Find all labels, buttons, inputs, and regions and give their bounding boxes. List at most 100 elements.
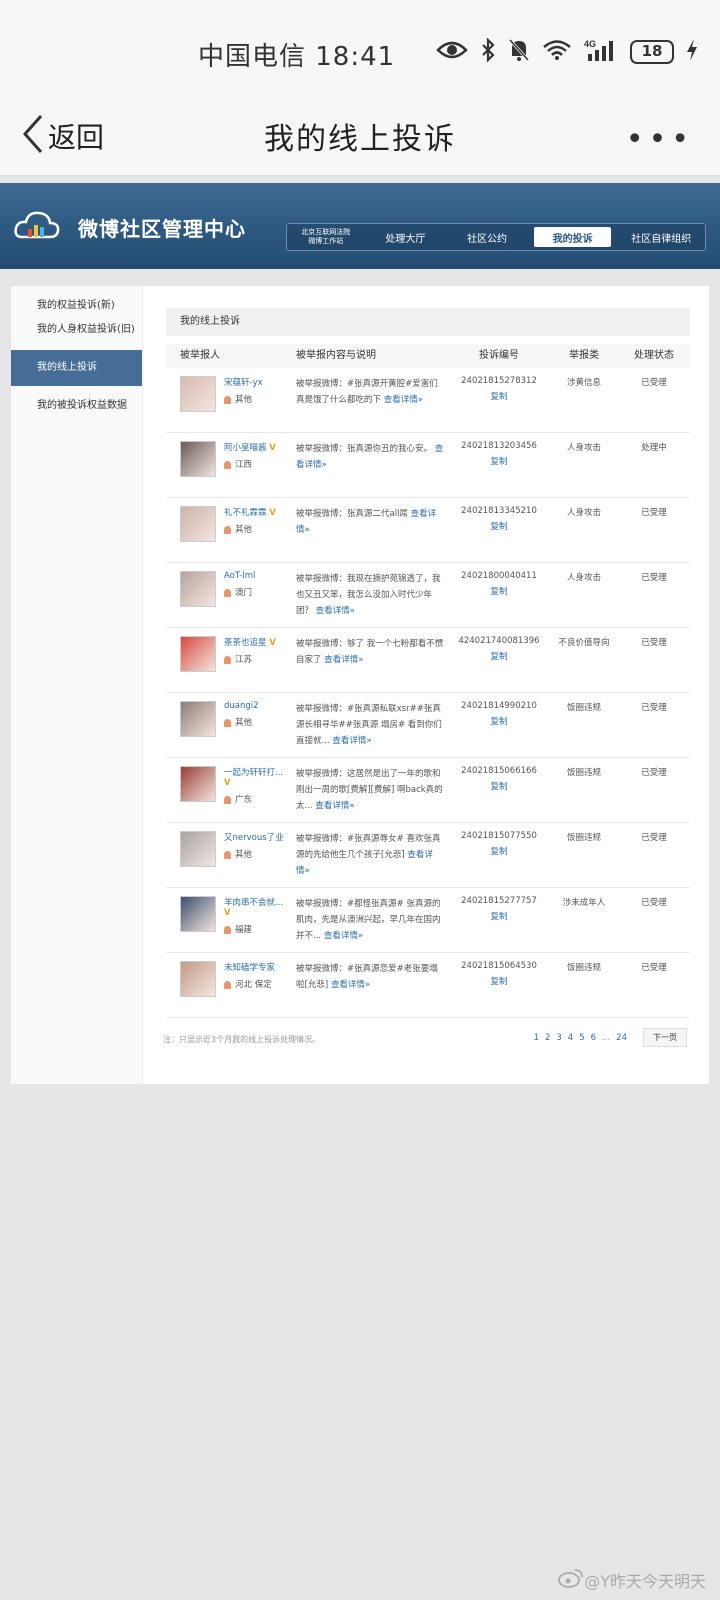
page-link[interactable]: 5 bbox=[579, 1033, 584, 1043]
user-pin-icon bbox=[224, 795, 231, 804]
complaint-id-cell: 24021814990210 复制 bbox=[448, 701, 550, 757]
site-logo[interactable]: 微博社区管理中心 bbox=[14, 209, 246, 245]
user-location: 澳门 bbox=[224, 586, 255, 598]
user-name[interactable]: 礼不礼霖霖 bbox=[224, 508, 267, 518]
copy-button[interactable]: 复制 bbox=[448, 975, 550, 987]
view-details-link[interactable]: 查看详情» bbox=[324, 655, 363, 665]
report-type: 人身攻击 bbox=[566, 508, 601, 518]
reported-user-cell: duangi2 其他 bbox=[166, 701, 284, 757]
footer-note: 注：只显示近3个月我的线上投诉处理情况。 bbox=[163, 1035, 321, 1044]
page-link[interactable]: 2 bbox=[545, 1033, 550, 1043]
complaint-id-cell: 24021815077550 复制 bbox=[448, 831, 550, 887]
content-text: 被举报微博：#都怪张真源# 张真源的肌肉，先是从澳洲兴起，早几年在国内并不... bbox=[296, 899, 441, 941]
user-name[interactable]: 羊肉串不会就... bbox=[224, 898, 283, 908]
view-details-link[interactable]: 查看详情» bbox=[384, 395, 423, 405]
weibo-watermark: @Y昨天今天明天 bbox=[558, 1568, 706, 1592]
avatar[interactable] bbox=[180, 961, 216, 997]
avatar[interactable] bbox=[180, 701, 216, 737]
report-type: 人身攻击 bbox=[566, 443, 601, 453]
complaint-id-cell: 24021815278312 复制 bbox=[448, 376, 550, 432]
view-details-link[interactable]: 查看详情» bbox=[332, 736, 371, 746]
user-name[interactable]: AoT-lml bbox=[224, 571, 255, 581]
org-line1: 北京互联网法院 bbox=[301, 228, 351, 236]
complaint-id-cell: 24021813345210 复制 bbox=[448, 506, 550, 562]
user-name[interactable]: duangi2 bbox=[224, 701, 259, 711]
carrier-time: 中国电信 18:41 bbox=[198, 42, 396, 72]
copy-button[interactable]: 复制 bbox=[448, 780, 550, 792]
copy-button[interactable]: 复制 bbox=[448, 520, 550, 532]
reported-user-cell: 礼不礼霖霖 V 其他 bbox=[166, 506, 284, 562]
avatar[interactable] bbox=[180, 896, 216, 932]
top-nav-tabs: 北京互联网法院 微博工作站 处理大厅 社区公约 我的投诉 社区自律组织 bbox=[286, 223, 706, 251]
table-row: duangi2 其他 被举报微博：#张真源私联xsr##张真源长相寻华##张真源… bbox=[166, 693, 690, 758]
user-name[interactable]: 又nervous了业 bbox=[224, 833, 284, 843]
page-link[interactable]: 6 bbox=[591, 1033, 596, 1043]
sidebar-item-personal-old[interactable]: 我的人身权益投诉(旧) bbox=[11, 318, 142, 342]
complaint-id-cell: 24021815066166 复制 bbox=[448, 766, 550, 822]
avatar[interactable] bbox=[180, 506, 216, 542]
copy-button[interactable]: 复制 bbox=[448, 845, 550, 857]
view-details-link[interactable]: 查看详情» bbox=[324, 931, 363, 941]
tab-court-station[interactable]: 北京互联网法院 微博工作站 bbox=[287, 224, 365, 250]
watermark-text: @Y昨天今天明天 bbox=[584, 1572, 706, 1591]
copy-button[interactable]: 复制 bbox=[448, 910, 550, 922]
view-details-link[interactable]: 查看详情» bbox=[315, 801, 354, 811]
tab-my-complaints[interactable]: 我的投诉 bbox=[533, 227, 612, 247]
user-location: 福建 bbox=[224, 923, 284, 935]
user-name[interactable]: 茶茶也追星 bbox=[224, 638, 267, 648]
location-text: 广东 bbox=[235, 795, 253, 805]
location-text: 江苏 bbox=[235, 655, 253, 665]
copy-button[interactable]: 复制 bbox=[448, 455, 550, 467]
battery-icon: 18 bbox=[630, 40, 674, 64]
next-page-button[interactable]: 下一页 bbox=[643, 1028, 687, 1047]
tab-community-rules[interactable]: 社区公约 bbox=[446, 224, 528, 250]
location-text: 澳门 bbox=[235, 588, 253, 598]
more-menu-icon[interactable]: ••• bbox=[626, 122, 694, 157]
status-badge: 已受理 bbox=[641, 638, 667, 648]
table-row: 茶茶也追星 V 江苏 被举报微博：够了 我一个七粉都看不惯自家了 查看详情» 4… bbox=[166, 628, 690, 693]
col-complaint-id: 投诉编号 bbox=[479, 350, 519, 361]
page-link[interactable]: 3 bbox=[556, 1033, 561, 1043]
complaint-id: 24021815064530 bbox=[461, 961, 537, 971]
complaint-content: 被举报微博：#张真源辱女# 喜欢张真源的先给他生几个孩子[允悲] 查看详情» bbox=[284, 831, 448, 887]
location-text: 其他 bbox=[235, 525, 253, 535]
reported-user-cell: AoT-lml 澳门 bbox=[166, 571, 284, 627]
user-name[interactable]: 阿小皇喵酱 bbox=[224, 443, 267, 453]
location-text: 其他 bbox=[235, 850, 253, 860]
user-name[interactable]: 宋蕴轩-yx bbox=[224, 378, 263, 388]
copy-button[interactable]: 复制 bbox=[448, 715, 550, 727]
sidebar-item-complained-data[interactable]: 我的被投诉权益数据 bbox=[11, 394, 142, 418]
user-name[interactable]: 一起为轩轩打... bbox=[224, 768, 283, 778]
page-link[interactable]: 24 bbox=[616, 1033, 627, 1043]
avatar[interactable] bbox=[180, 831, 216, 867]
avatar[interactable] bbox=[180, 571, 216, 607]
complaint-id: 24021814990210 bbox=[461, 701, 537, 711]
user-location: 江西 bbox=[224, 458, 276, 470]
tab-self-regulation[interactable]: 社区自律组织 bbox=[617, 224, 705, 250]
view-details-link[interactable]: 查看详情» bbox=[316, 606, 355, 616]
view-details-link[interactable]: 查看详情» bbox=[331, 980, 370, 990]
org-line2: 微博工作站 bbox=[308, 237, 344, 245]
page-link[interactable]: 1 bbox=[534, 1033, 539, 1043]
location-text: 福建 bbox=[235, 925, 253, 935]
location-text: 江西 bbox=[235, 460, 253, 470]
avatar[interactable] bbox=[180, 376, 216, 412]
table-row: 阿小皇喵酱 V 江西 被举报微博：张真源你丑的我心安。 查看详情» 240218… bbox=[166, 433, 690, 498]
page-link[interactable]: 4 bbox=[568, 1033, 573, 1043]
complaint-id-cell: 24021815277757 复制 bbox=[448, 896, 550, 952]
tab-processing-hall[interactable]: 处理大厅 bbox=[365, 224, 447, 250]
avatar[interactable] bbox=[180, 766, 216, 802]
report-type: 涉未成年人 bbox=[562, 898, 606, 908]
report-type: 人身攻击 bbox=[566, 573, 601, 583]
avatar[interactable] bbox=[180, 636, 216, 672]
sidebar-item-rights-new[interactable]: 我的权益投诉(新) bbox=[11, 294, 142, 318]
complaint-content: 被举报微博：#张真源私联xsr##张真源长相寻华##张真源 塌房# 看到你们直接… bbox=[284, 701, 448, 757]
copy-button[interactable]: 复制 bbox=[448, 585, 550, 597]
status-icons: 4G 18 bbox=[436, 37, 698, 66]
copy-button[interactable]: 复制 bbox=[448, 650, 550, 662]
avatar[interactable] bbox=[180, 441, 216, 477]
sidebar-item-online-complaints[interactable]: 我的线上投诉 bbox=[11, 350, 142, 386]
copy-button[interactable]: 复制 bbox=[448, 390, 550, 402]
user-info: 阿小皇喵酱 V 江西 bbox=[224, 441, 276, 497]
user-name[interactable]: 未知磕学专家 bbox=[224, 963, 275, 973]
